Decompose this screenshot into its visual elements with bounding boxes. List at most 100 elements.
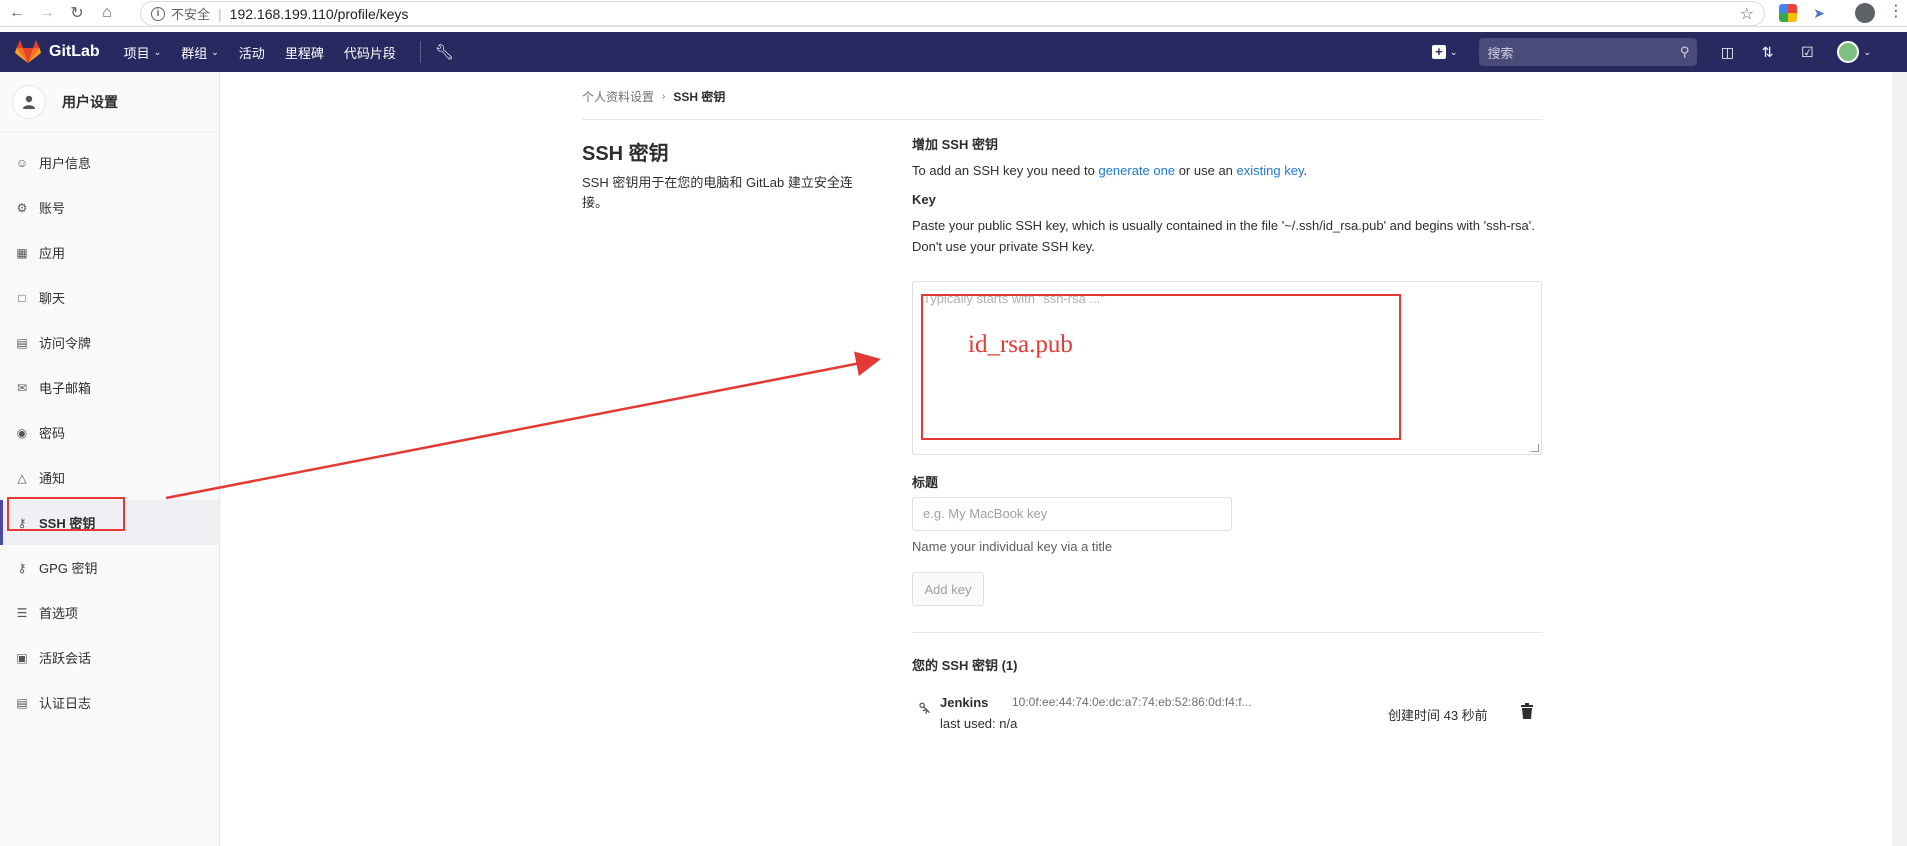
browser-menu-icon[interactable]: ⋮	[1888, 3, 1904, 21]
title-input[interactable]: e.g. My MacBook key	[912, 497, 1232, 531]
nav-snippets[interactable]: 代码片段	[344, 43, 396, 62]
sidebar-item-applications[interactable]: ▦ 应用	[0, 230, 219, 275]
sidebar-item-label: 电子邮箱	[39, 381, 92, 396]
sidebar-item-auth-log[interactable]: ▤ 认证日志	[0, 680, 219, 725]
sidebar-item-tokens[interactable]: ▤ 访问令牌	[0, 320, 219, 365]
back-icon[interactable]: ←	[4, 0, 30, 26]
settings-sidebar: 用户设置 ☺ 用户信息 ⚙ 账号 ▦ 应用 □ 聊天 ▤ 访问令牌 ✉ 电子邮箱 ◉ 密码 △…	[0, 72, 220, 846]
preferences-icon: ☰	[16, 605, 28, 620]
sidebar-item-label: 认证日志	[39, 696, 92, 711]
todo-icon[interactable]: ☑	[1797, 44, 1817, 61]
forward-icon[interactable]: →	[34, 0, 60, 26]
chevron-down-icon: ⌄	[153, 46, 162, 57]
key-created: 创建时间 43 秒前	[1388, 708, 1488, 723]
address-bar[interactable]: i 不安全 | 192.168.199.110/profile/keys ☆	[140, 1, 1765, 26]
reload-icon[interactable]: ↻	[64, 0, 90, 26]
info-icon[interactable]: i	[151, 6, 165, 21]
page-description: SSH 密钥用于在您的电脑和 GitLab 建立安全连接。	[582, 175, 853, 210]
gitlab-logo[interactable]: GitLab	[15, 40, 124, 64]
url-text[interactable]: 192.168.199.110/profile/keys	[230, 6, 409, 22]
new-plus-icon[interactable]: +	[1431, 45, 1446, 59]
search-input[interactable]: 搜索 ⚲	[1479, 38, 1698, 66]
add-key-form: 增加 SSH 密钥 To add an SSH key you need to …	[912, 134, 1542, 257]
chevron-down-icon[interactable]: ⌄	[1450, 47, 1458, 58]
generate-one-link[interactable]: generate one	[1098, 163, 1175, 178]
annotation-highlight-sidebar	[7, 497, 125, 531]
nav-projects[interactable]: 项目 ⌄	[124, 43, 162, 62]
issues-icon[interactable]: ◫	[1717, 44, 1737, 61]
browser-profile-icon[interactable]	[1855, 3, 1875, 23]
nav-activity-label: 活动	[238, 45, 265, 61]
monitor-icon: ▣	[16, 650, 28, 665]
nav-milestones-label: 里程碑	[284, 45, 324, 61]
gitlab-brand-text: GitLab	[49, 43, 100, 60]
annotation-text: id_rsa.pub	[968, 331, 1073, 358]
sidebar-item-chat[interactable]: □ 聊天	[0, 275, 219, 320]
sidebar-item-gpg-keys[interactable]: ⚷ GPG 密钥	[0, 545, 219, 590]
key-name[interactable]: Jenkins	[940, 695, 988, 710]
breadcrumb: 个人资料设置 › SSH 密钥	[582, 88, 725, 105]
sidebar-item-label: 访问令牌	[39, 336, 92, 351]
chevron-right-icon: ›	[662, 91, 666, 102]
nav-snippets-label: 代码片段	[343, 45, 396, 61]
page-title: SSH 密钥	[582, 143, 669, 165]
nav-activity[interactable]: 活动	[239, 43, 265, 62]
add-key-heading: 增加 SSH 密钥	[912, 137, 998, 152]
page-scrollbar[interactable]	[1892, 72, 1907, 846]
sidebar-item-label: 应用	[39, 246, 66, 261]
breadcrumb-parent[interactable]: 个人资料设置	[582, 88, 654, 105]
sidebar-item-account[interactable]: ⚙ 账号	[0, 185, 219, 230]
add-key-button[interactable]: Add key	[912, 572, 984, 606]
separator: |	[218, 5, 222, 22]
applications-icon: ▦	[16, 245, 28, 260]
sidebar-item-preferences[interactable]: ☰ 首选项	[0, 590, 219, 635]
lock-icon: ◉	[16, 425, 28, 440]
chat-icon: □	[18, 290, 26, 305]
nav-divider	[419, 41, 421, 63]
add-key-intro-text: or use an	[1175, 163, 1237, 178]
add-key-intro: To add an SSH key you need to generate o…	[912, 163, 1542, 178]
sidebar-item-notifications[interactable]: △ 通知	[0, 455, 219, 500]
sidebar-item-label: 聊天	[39, 291, 66, 306]
sidebar-title: 用户设置	[62, 93, 118, 110]
annotation-arrow-line	[165, 351, 881, 500]
sidebar-item-label: 账号	[39, 201, 66, 216]
breadcrumb-current[interactable]: SSH 密钥	[673, 88, 725, 105]
extension-bird-icon[interactable]: ➤	[1810, 4, 1828, 22]
key-list-item[interactable]: ⚷ Jenkins 10:0f:ee:44:74:0e:dc:a7:74:eb:…	[912, 691, 1542, 731]
gitlab-tanuki-icon	[15, 40, 41, 63]
trash-icon[interactable]	[1520, 703, 1534, 721]
gitlab-navbar: GitLab 项目 ⌄ 群组 ⌄ 活动 里程碑 代码片段 🔧︎ + ⌄ 搜索 ⚲ ◫…	[0, 32, 1907, 72]
insecure-label: 不安全	[171, 7, 211, 22]
your-keys-heading: 您的 SSH 密钥 (1)	[912, 658, 1018, 673]
bookmark-star-icon[interactable]: ☆	[1740, 4, 1754, 24]
sidebar-item-label: GPG 密钥	[39, 561, 98, 576]
extension-icon[interactable]	[1779, 4, 1797, 22]
annotation-highlight-textarea	[921, 294, 1401, 440]
chevron-down-icon[interactable]: ⌄	[1863, 47, 1871, 58]
add-key-intro-text: .	[1303, 163, 1308, 178]
nav-groups[interactable]: 群组 ⌄	[181, 43, 219, 62]
user-avatar[interactable]	[1837, 41, 1860, 63]
merge-request-icon[interactable]: ⇅	[1757, 44, 1777, 61]
add-key-intro-text: To add an SSH key you need to	[912, 163, 1099, 178]
key-last-used: last used: n/a	[940, 716, 1018, 731]
admin-wrench-icon[interactable]: 🔧︎	[435, 43, 454, 61]
divider	[582, 119, 1542, 120]
sidebar-item-label: 密码	[39, 426, 66, 441]
nav-milestones[interactable]: 里程碑	[285, 43, 324, 62]
key-icon: ⚷	[914, 697, 935, 718]
sidebar-item-profile[interactable]: ☺ 用户信息	[0, 140, 219, 185]
key-fingerprint: 10:0f:ee:44:74:0e:dc:a7:74:eb:52:86:0d:f…	[1012, 695, 1252, 709]
profile-icon: ☺	[15, 155, 29, 170]
resize-grip-icon[interactable]	[1531, 444, 1539, 452]
token-icon: ▤	[16, 335, 28, 350]
existing-key-link[interactable]: existing key	[1237, 163, 1304, 178]
mail-icon: ✉	[16, 380, 28, 395]
log-icon: ▤	[16, 695, 28, 710]
sidebar-item-emails[interactable]: ✉ 电子邮箱	[0, 365, 219, 410]
sidebar-item-sessions[interactable]: ▣ 活跃会话	[0, 635, 219, 680]
sidebar-header[interactable]: 用户设置	[0, 72, 219, 132]
sidebar-item-password[interactable]: ◉ 密码	[0, 410, 219, 455]
home-icon[interactable]: ⌂	[94, 0, 120, 26]
